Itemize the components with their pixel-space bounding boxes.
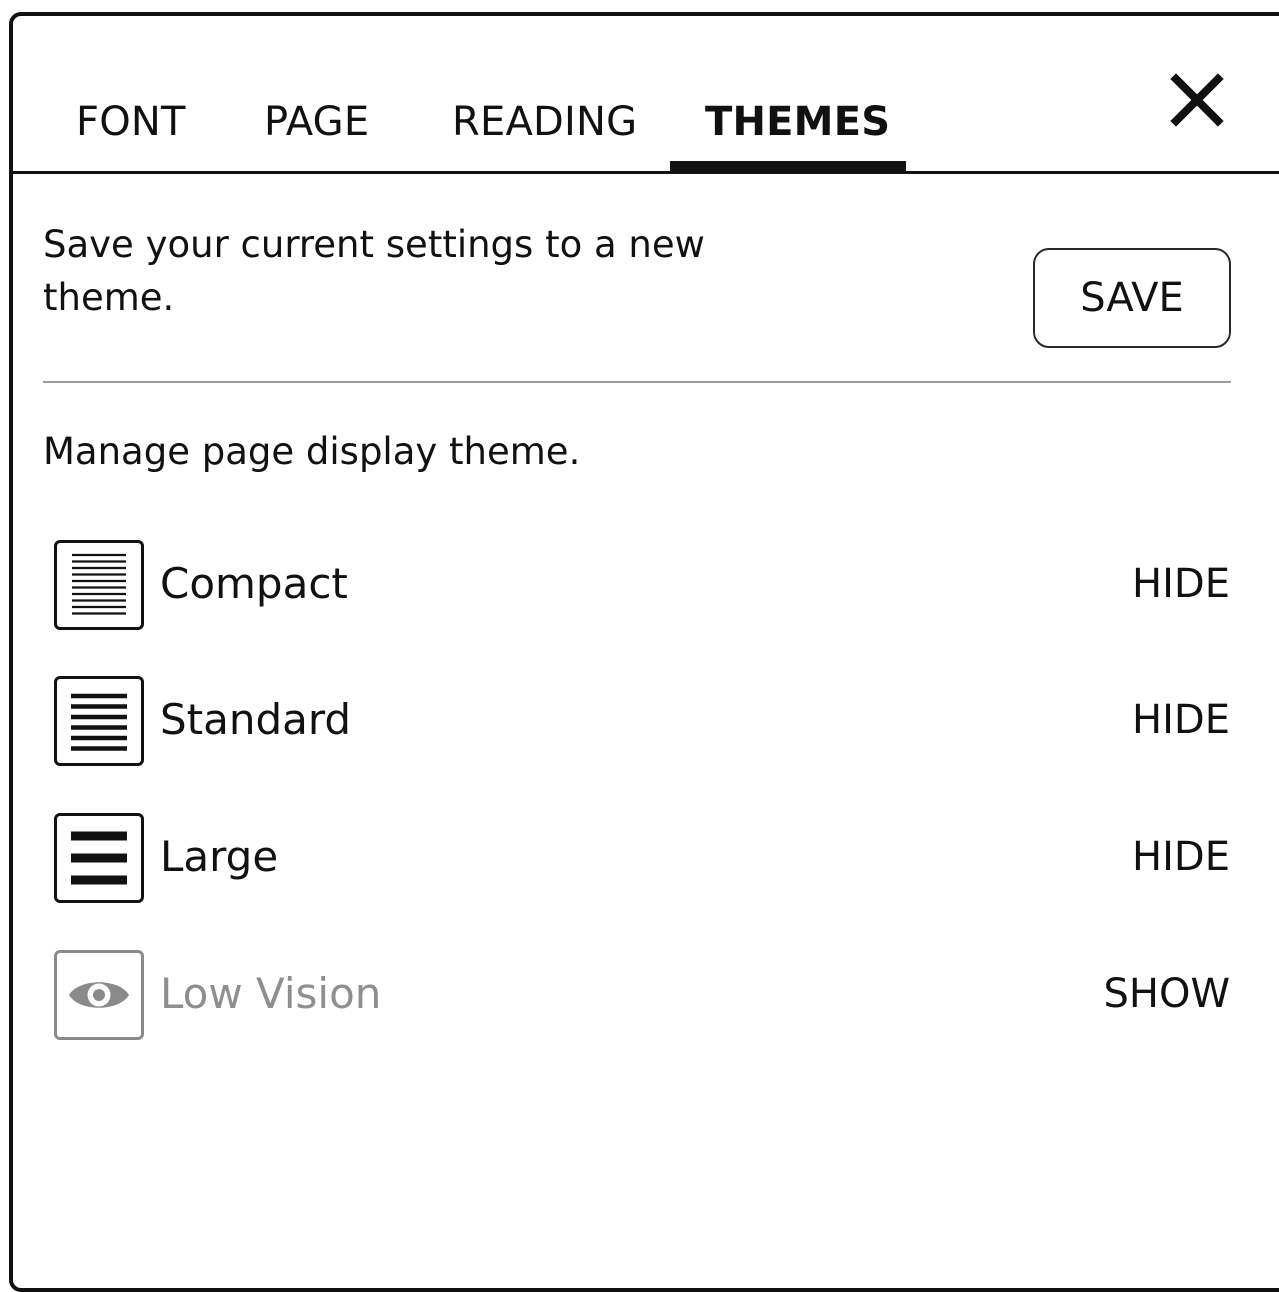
tab-bar-divider — [13, 171, 1279, 174]
theme-name-low-vision: Low Vision — [160, 969, 382, 1018]
tab-page[interactable]: PAGE — [264, 96, 369, 148]
compact-hide-button[interactable]: HIDE — [1132, 556, 1230, 612]
eye-icon — [54, 950, 144, 1040]
close-icon[interactable] — [1170, 73, 1224, 127]
save-theme-description: Save your current settings to a new them… — [43, 223, 705, 319]
save-button[interactable]: SAVE — [1033, 248, 1231, 348]
theme-name-standard: Standard — [160, 695, 352, 744]
low-vision-show-button[interactable]: SHOW — [1103, 966, 1230, 1022]
theme-name-compact: Compact — [160, 559, 348, 608]
compact-lines-icon — [54, 540, 144, 630]
tab-reading[interactable]: READING — [452, 96, 637, 148]
standard-hide-button[interactable]: HIDE — [1132, 692, 1230, 748]
theme-name-large: Large — [160, 832, 279, 881]
large-lines-icon — [54, 813, 144, 903]
manage-theme-description: Manage page display theme. — [43, 430, 581, 473]
reader-settings-panel — [9, 12, 1279, 1292]
tab-themes[interactable]: THEMES — [705, 96, 890, 148]
large-hide-button[interactable]: HIDE — [1132, 829, 1230, 885]
tab-font[interactable]: FONT — [76, 96, 186, 148]
standard-lines-icon — [54, 676, 144, 766]
section-divider — [43, 381, 1231, 383]
